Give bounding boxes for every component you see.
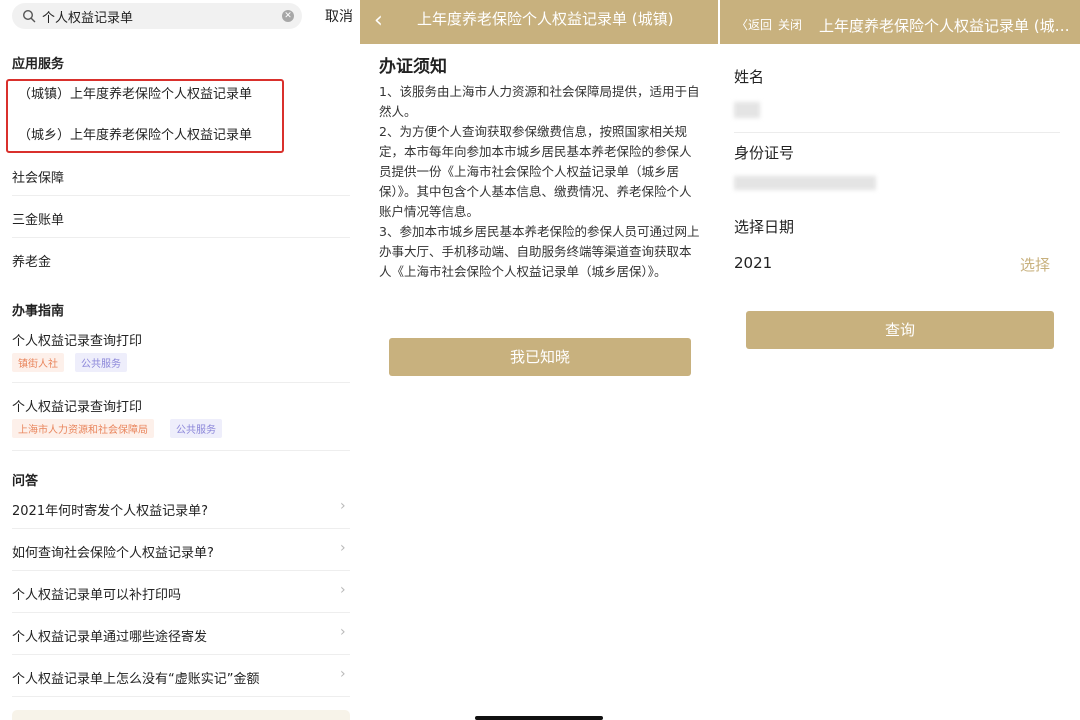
back-button[interactable]: 〈返回: [736, 16, 772, 33]
guide-item-title[interactable]: 个人权益记录查询打印: [12, 330, 142, 349]
chevron-right-icon: ›: [340, 624, 346, 640]
divider: [12, 654, 350, 655]
select-date-link[interactable]: 选择: [1020, 254, 1050, 275]
clear-icon[interactable]: ✕: [282, 10, 294, 22]
date-label: 选择日期: [734, 218, 795, 236]
chevron-right-icon: ›: [340, 498, 346, 514]
divider: [12, 237, 350, 238]
qa-item[interactable]: 如何查询社会保险个人权益记录单?: [12, 542, 214, 561]
guide-tag: 公共服务: [75, 353, 127, 372]
guide-tag: 镇街人社: [12, 353, 64, 372]
divider: [734, 132, 1060, 133]
id-number-label: 身份证号: [734, 144, 795, 162]
home-indicator: [475, 716, 603, 720]
bottom-banner: [12, 710, 350, 720]
search-input[interactable]: 个人权益记录单 ✕: [12, 3, 302, 29]
notice-paragraph: 1、该服务由上海市人力资源和社会保障局提供，适用于自然人。: [379, 84, 700, 119]
guide-item-title[interactable]: 个人权益记录查询打印: [12, 396, 142, 415]
page-title: 上年度养老保险个人权益记录单 (城镇): [819, 17, 1071, 35]
guide-tag: 上海市人力资源和社会保障局: [12, 419, 154, 438]
app-item-rural[interactable]: （城乡）上年度养老保险个人权益记录单: [18, 124, 252, 143]
notice-paragraph: 2、为方便个人查询获取参保缴费信息，按照国家相关规定，本市每年向参加本市城乡居民…: [379, 124, 692, 219]
query-button[interactable]: 查询: [746, 311, 1054, 349]
back-icon[interactable]: ‹: [374, 8, 383, 33]
guide-tag: 公共服务: [170, 419, 222, 438]
guide-section-title: 办事指南: [12, 304, 65, 319]
search-results-screen: 个人权益记录单 ✕ 取消 应用服务 （城镇）上年度养老保险个人权益记录单 （城乡…: [0, 0, 358, 720]
search-icon: [22, 9, 36, 23]
qa-item[interactable]: 2021年何时寄发个人权益记录单?: [12, 500, 208, 519]
year-value: 2021: [734, 254, 773, 272]
nav-bar: ‹ 上年度养老保险个人权益记录单 (城镇): [360, 0, 718, 44]
notice-body: 1、该服务由上海市人力资源和社会保障局提供，适用于自然人。 2、为方便个人查询获…: [379, 82, 701, 282]
category-three-funds-bill[interactable]: 三金账单: [12, 209, 64, 228]
chevron-right-icon: ›: [340, 540, 346, 556]
divider: [12, 195, 350, 196]
qa-item[interactable]: 个人权益记录单通过哪些途径寄发: [12, 626, 207, 645]
notice-paragraph: 3、参加本市城乡居民基本养老保险的参保人员可通过网上办事大厅、手机移动端、自助服…: [379, 224, 700, 279]
chevron-right-icon: ›: [340, 582, 346, 598]
qa-section-title: 问答: [12, 474, 39, 489]
qa-item[interactable]: 个人权益记录单上怎么没有“虚账实记”金额: [12, 668, 259, 687]
app-item-urban[interactable]: （城镇）上年度养老保险个人权益记录单: [18, 83, 252, 102]
query-screen: 〈返回 关闭 上年度养老保险个人权益记录单 (城镇) 姓名 身份证号 选择日期 …: [720, 0, 1080, 720]
divider: [12, 696, 350, 697]
search-bar: 个人权益记录单 ✕ 取消: [0, 0, 358, 34]
name-field-redacted[interactable]: [734, 102, 760, 118]
page-title: 上年度养老保险个人权益记录单 (城镇): [417, 10, 674, 28]
acknowledge-button[interactable]: 我已知晓: [389, 338, 691, 376]
category-social-security[interactable]: 社会保障: [12, 167, 64, 186]
notice-screen: ‹ 上年度养老保险个人权益记录单 (城镇) 办证须知 1、该服务由上海市人力资源…: [360, 0, 718, 720]
divider: [12, 528, 350, 529]
divider: [12, 612, 350, 613]
id-number-redacted[interactable]: [734, 176, 876, 190]
close-button[interactable]: 关闭: [778, 16, 802, 33]
nav-bar: 〈返回 关闭 上年度养老保险个人权益记录单 (城镇): [720, 0, 1080, 44]
cancel-button[interactable]: 取消: [325, 6, 353, 26]
chevron-right-icon: ›: [340, 666, 346, 682]
name-label: 姓名: [734, 68, 765, 86]
category-pension[interactable]: 养老金: [12, 251, 51, 270]
divider: [12, 570, 350, 571]
divider: [12, 450, 350, 451]
notice-heading: 办证须知: [379, 57, 447, 77]
qa-item[interactable]: 个人权益记录单可以补打印吗: [12, 584, 181, 603]
search-input-value: 个人权益记录单: [42, 11, 134, 26]
app-section-title: 应用服务: [12, 57, 65, 72]
divider: [12, 382, 350, 383]
